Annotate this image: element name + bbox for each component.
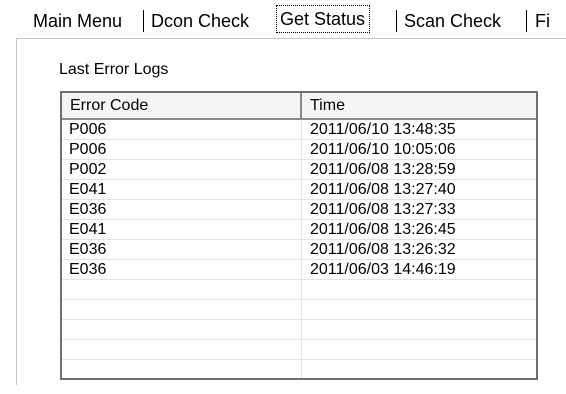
time-cell: 2011/06/10 10:05:06	[310, 141, 456, 158]
tab-separator	[526, 10, 527, 32]
empty-row	[62, 280, 536, 300]
tab-fi[interactable]: Fi	[535, 6, 550, 36]
table-row[interactable]: P006 2011/06/10 10:05:06	[62, 140, 536, 160]
tab-focus-rect	[276, 5, 371, 33]
tab-main-menu[interactable]: Main Menu	[33, 6, 122, 36]
error-log-list[interactable]: Error Code Time P006 2011/06/10 13:48:35 P…	[60, 91, 538, 380]
table-row[interactable]: E036 2011/06/08 13:26:32	[62, 240, 536, 260]
list-body: P006 2011/06/10 13:48:35 P006 2011/06/10 10…	[62, 120, 536, 378]
list-header: Error Code Time	[62, 93, 536, 120]
error-code-cell: P002	[69, 161, 107, 178]
error-code-cell: E041	[69, 221, 107, 238]
tab-separator	[143, 10, 144, 32]
time-cell: 2011/06/08 13:26:32	[310, 241, 456, 258]
tab-scan-check[interactable]: Scan Check	[404, 6, 501, 36]
time-cell: 2011/06/03 14:46:19	[310, 261, 456, 278]
table-row[interactable]: E036 2011/06/03 14:46:19	[62, 260, 536, 280]
tab-dcon-check[interactable]: Dcon Check	[151, 6, 249, 36]
table-row[interactable]: E041 2011/06/08 13:27:40	[62, 180, 536, 200]
tab-get-status[interactable]: Get Status	[276, 4, 371, 34]
time-cell: 2011/06/08 13:27:40	[310, 181, 456, 198]
time-cell: 2011/06/08 13:28:59	[310, 161, 456, 178]
empty-row	[62, 320, 536, 340]
panel-title: Last Error Logs	[59, 61, 169, 78]
empty-row	[62, 360, 536, 378]
error-code-cell: E036	[69, 201, 107, 218]
error-code-cell: E036	[69, 261, 107, 278]
empty-row	[62, 300, 536, 320]
error-code-cell: P006	[69, 121, 107, 138]
table-row[interactable]: E041 2011/06/08 13:26:45	[62, 220, 536, 240]
column-header-time[interactable]: Time	[302, 93, 536, 118]
error-code-cell: E036	[69, 241, 107, 258]
time-cell: 2011/06/10 13:48:35	[310, 121, 456, 138]
table-row[interactable]: P002 2011/06/08 13:28:59	[62, 160, 536, 180]
time-cell: 2011/06/08 13:27:33	[310, 201, 456, 218]
column-header-error-code[interactable]: Error Code	[62, 93, 302, 118]
table-row[interactable]: E036 2011/06/08 13:27:33	[62, 200, 536, 220]
empty-row	[62, 340, 536, 360]
tab-separator	[396, 10, 397, 32]
error-code-cell: P006	[69, 141, 107, 158]
time-cell: 2011/06/08 13:26:45	[310, 221, 456, 238]
table-row[interactable]: P006 2011/06/10 13:48:35	[62, 120, 536, 140]
error-code-cell: E041	[69, 181, 107, 198]
